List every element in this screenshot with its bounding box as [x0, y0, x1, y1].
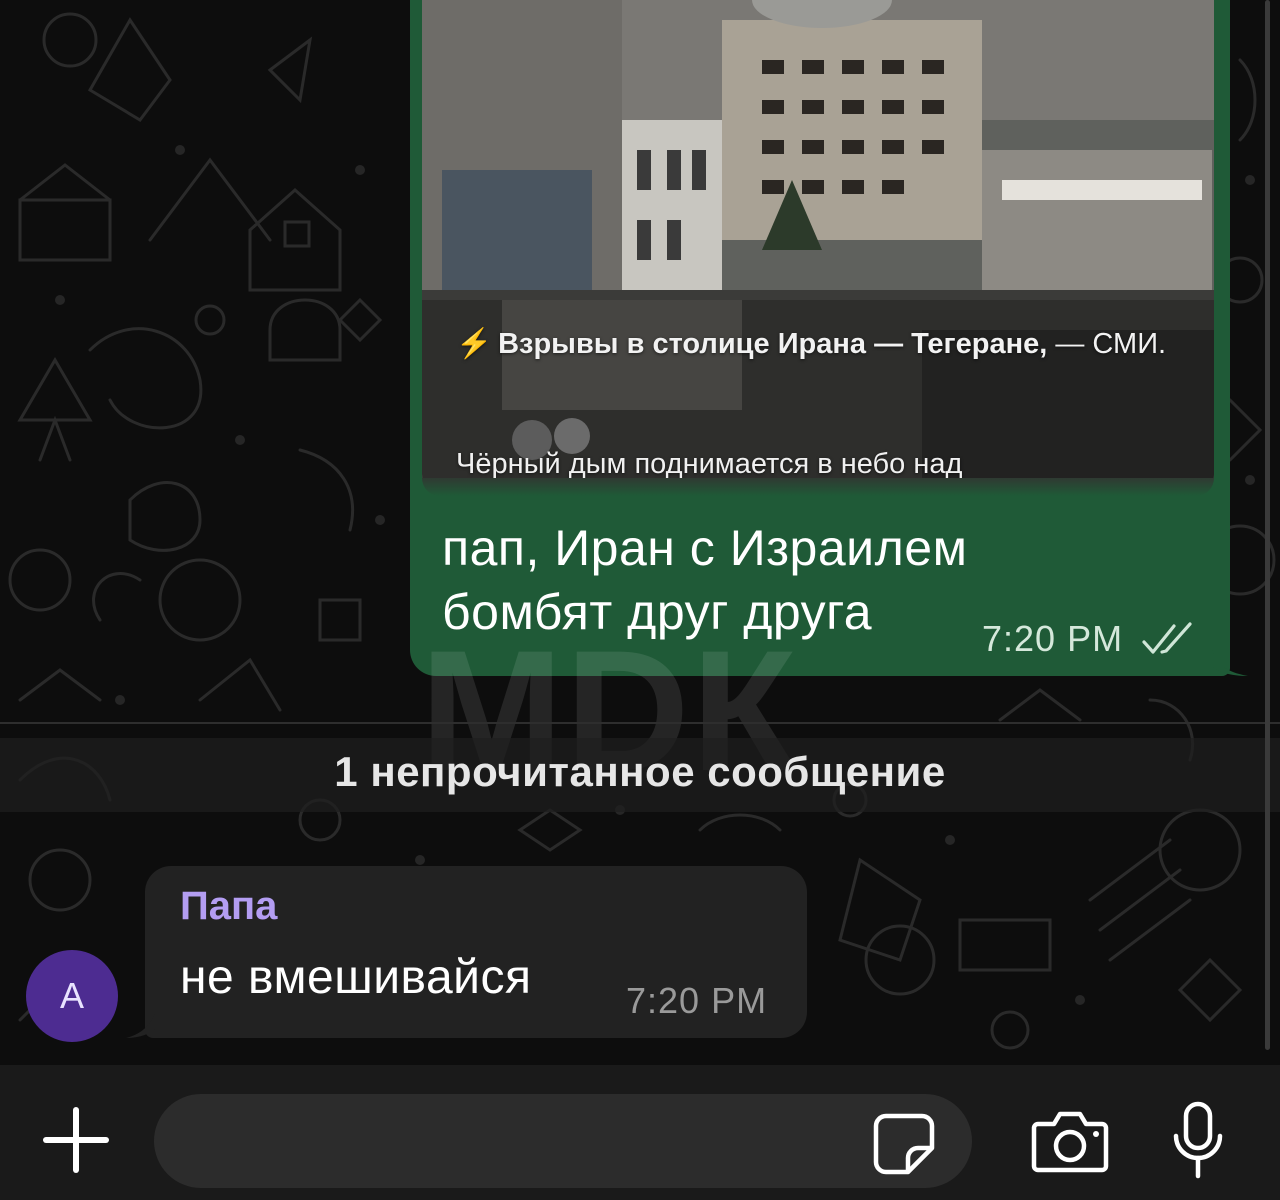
media-fade — [422, 478, 1214, 496]
sticker-icon — [873, 1113, 935, 1175]
bubble-tail — [126, 1010, 156, 1038]
double-check-icon — [1142, 622, 1192, 654]
sender-name[interactable]: Папа — [180, 884, 277, 929]
incoming-message-time: 7:20 PM — [626, 980, 768, 1021]
camera-icon — [1031, 1111, 1109, 1173]
avatar[interactable]: А — [26, 950, 118, 1042]
lightning-icon: ⚡ — [456, 328, 493, 360]
divider-line — [0, 722, 1280, 724]
sticker-button[interactable] — [872, 1112, 936, 1176]
unread-messages-label: 1 непрочитанное сообщение — [334, 748, 946, 795]
incoming-message-text: не вмешивайся — [180, 951, 532, 1004]
forwarded-headline: ⚡ Взрывы в столице Ирана — Тегеране, — СМ… — [456, 326, 1196, 362]
attach-button[interactable] — [40, 1104, 112, 1176]
headline-bold-text: Взрывы в столице Ирана — Тегеране, — [498, 328, 1048, 360]
outgoing-message-time: 7:20 PM — [982, 618, 1124, 659]
microphone-icon — [1173, 1101, 1223, 1179]
message-input[interactable] — [154, 1094, 972, 1188]
city-photo-image — [422, 0, 1214, 496]
scrollbar[interactable] — [1265, 0, 1270, 1050]
avatar-letter: А — [59, 975, 84, 1016]
camera-button[interactable] — [1030, 1106, 1110, 1176]
voice-message-button[interactable] — [1170, 1100, 1226, 1180]
forwarded-video-preview[interactable] — [422, 0, 1214, 496]
plus-icon — [43, 1107, 109, 1173]
headline-source-text: — СМИ. — [1055, 328, 1167, 360]
bubble-tail — [1212, 650, 1248, 676]
forwarded-body-text: Чёрный дым поднимается в небо над — [456, 448, 963, 480]
